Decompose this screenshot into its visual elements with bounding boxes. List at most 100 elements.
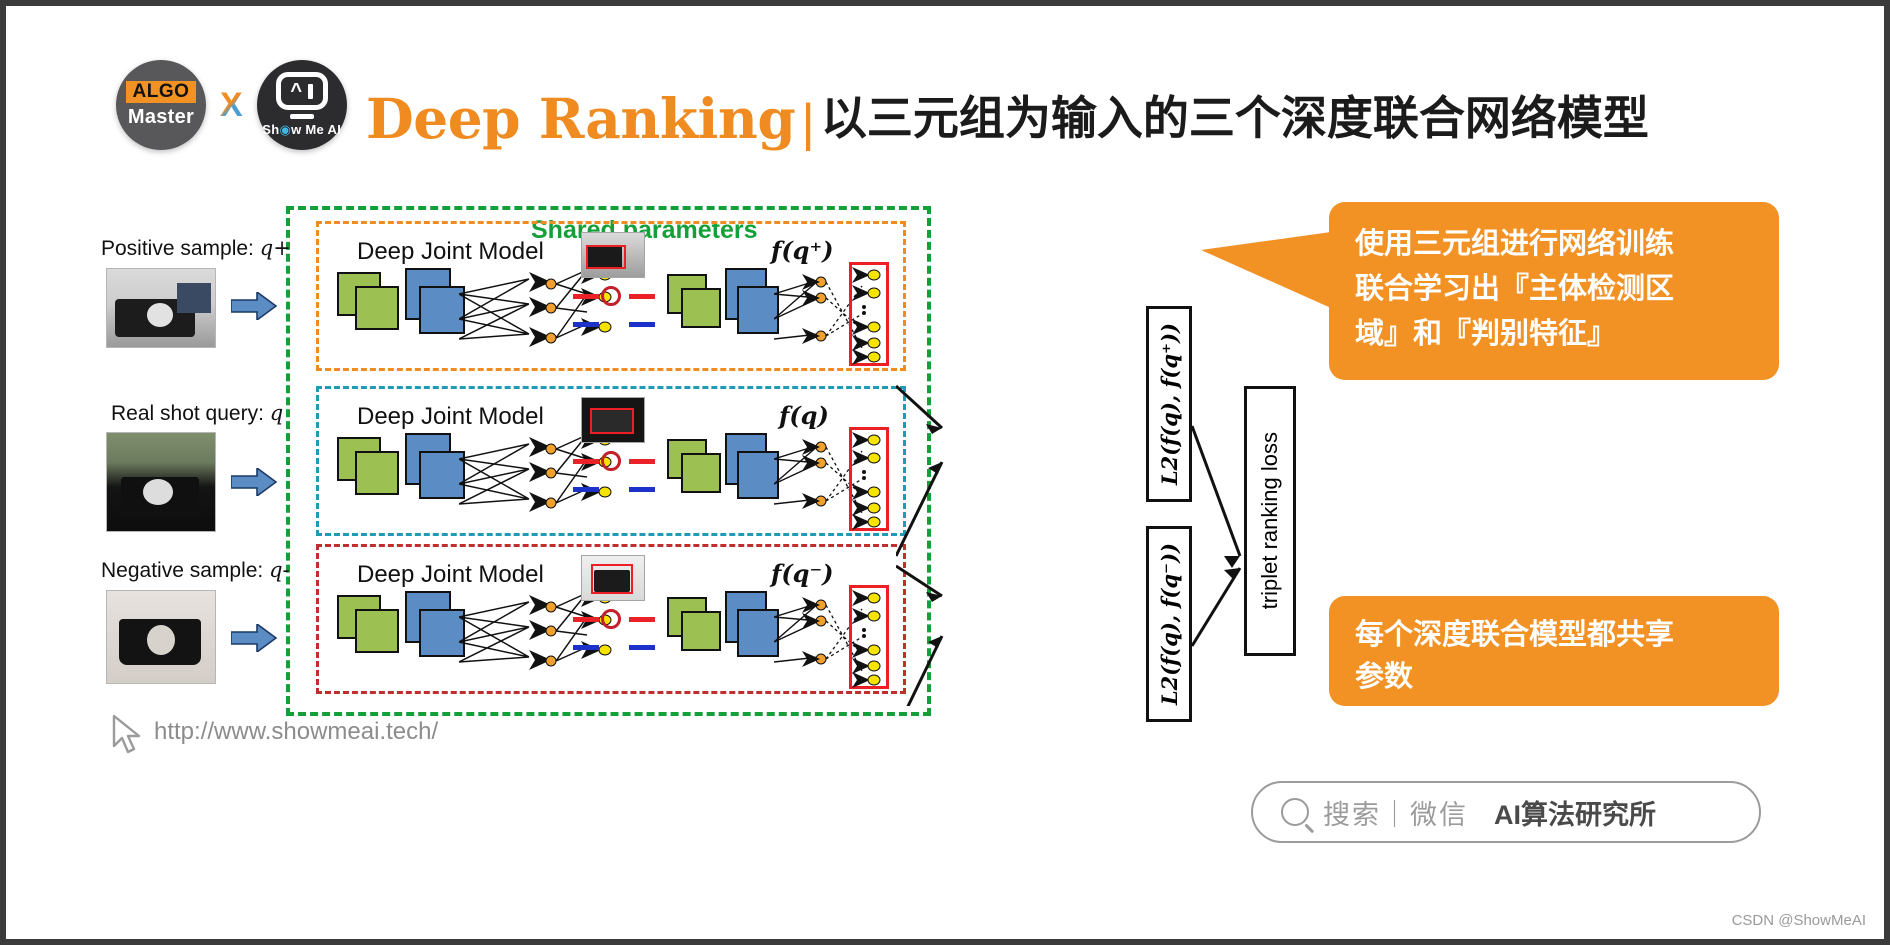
red-arrow-left-positive <box>573 294 599 299</box>
circle-x-icon-negative <box>601 609 621 629</box>
title-english: Deep Ranking <box>366 86 796 151</box>
logo-x-separator: X <box>220 85 243 124</box>
fc-edges-negative-1 <box>459 592 588 670</box>
thumbnail-negative <box>106 590 216 684</box>
model-label-negative: Deep Joint Model <box>357 561 544 588</box>
circle-x-icon-query <box>601 451 621 471</box>
conv-block-green-n2 <box>355 609 399 653</box>
deep-joint-model-box-negative: Deep Joint Model f(q⁻) <box>316 544 906 694</box>
algomaster-logo-bottom: Master <box>127 105 195 128</box>
callout-shared-line-1: 每个深度联合模型都共享 <box>1355 619 1675 651</box>
conv-block-blue-4 <box>737 286 779 334</box>
sample-label-positive: Positive sample: q+ <box>101 236 291 261</box>
l2-box-negative: L2(f(q), f(q⁻)) <box>1146 526 1192 722</box>
showmeai-logo-label: Sh◉w Me AI <box>262 122 342 137</box>
algomaster-logo-top: ALGO <box>125 81 197 103</box>
sample-symbol-query: q <box>269 401 284 425</box>
conv-block-green-q4 <box>681 453 721 493</box>
bar-glyph <box>308 83 314 99</box>
model-label-positive: Deep Joint Model <box>357 238 544 265</box>
sample-label-query-text: Real shot query: <box>111 402 264 425</box>
thumbnail-positive <box>106 268 216 348</box>
bbox-highlight-negative <box>591 564 633 594</box>
wechat-search-pill[interactable]: 搜索｜微信 AI算法研究所 <box>1251 781 1761 843</box>
slide-header: ALGO Master X ^ Sh◉w Me AI Deep Ranking |… <box>6 32 1884 152</box>
arrow-right-icon-negative <box>231 624 277 652</box>
callout-tail-icon <box>1201 232 1331 308</box>
l2-box-positive: L2(f(q), f(q⁺)) <box>1146 306 1192 502</box>
monitor-stand-icon <box>289 114 314 119</box>
embedding-nodes-negative <box>852 590 881 688</box>
output-cones-query-1 <box>581 431 612 501</box>
l2-to-loss-arrows <box>1192 425 1242 647</box>
caret-glyph: ^ <box>290 80 303 102</box>
conv-block-green-2 <box>355 286 399 330</box>
cursor-pointer-icon <box>112 714 141 754</box>
arrow-right-icon-positive <box>231 292 277 320</box>
loss-connector-arrows <box>896 384 944 706</box>
embedding-highlight-positive <box>849 262 889 366</box>
sample-label-query: Real shot query: q <box>111 401 283 426</box>
sample-symbol-negative: q- <box>269 558 290 582</box>
blue-arrow-right-positive <box>629 322 655 327</box>
callout-training-line-1: 使用三元组进行网络训练 <box>1355 228 1675 260</box>
logo-group: ALGO Master X ^ Sh◉w Me AI <box>116 60 347 150</box>
output-label-negative: f(q⁻) <box>771 559 834 588</box>
title-chinese: 以三元组为输入的三个深度联合网络模型 <box>820 91 1649 145</box>
fc-edges-query-1 <box>459 434 588 512</box>
callout-training: 使用三元组进行网络训练 联合学习出『主体检测区 域』和『判别特征』 <box>1201 202 1779 380</box>
output-cones-negative-1 <box>581 589 612 659</box>
conv-block-blue-n4 <box>737 609 779 657</box>
conv-block-green-n4 <box>681 611 721 651</box>
detected-region-thumb-query <box>581 397 645 443</box>
monitor-icon: ^ <box>275 72 328 110</box>
embedding-highlight-negative <box>849 585 889 689</box>
red-arrow-left-query <box>573 459 599 464</box>
footer-url[interactable]: http://www.showmeai.tech/ <box>154 718 438 746</box>
sample-symbol-positive: q+ <box>259 236 291 260</box>
callout-training-line-3: 域』和『判别特征』 <box>1355 317 1617 350</box>
detected-region-thumb-negative <box>581 555 645 601</box>
search-icon <box>1281 798 1309 826</box>
thumbnail-query <box>106 432 216 532</box>
showmeai-logo: ^ Sh◉w Me AI <box>256 60 347 150</box>
conv-block-green-q2 <box>355 451 399 495</box>
embedding-highlight-query <box>849 427 889 531</box>
red-arrow-right-negative <box>629 617 655 622</box>
sample-label-negative-text: Negative sample: <box>101 559 264 582</box>
callout-shared-line-2: 参数 <box>1355 661 1414 694</box>
l2-box-negative-label: L2(f(q), f(q⁻)) <box>1156 542 1182 706</box>
search-hint-label: 搜索｜微信 <box>1323 799 1468 830</box>
red-arrow-right-query <box>629 459 655 464</box>
callout-training-line-2: 联合学习出『主体检测区 <box>1355 272 1675 305</box>
arrow-right-icon-query <box>231 468 277 496</box>
output-label-positive: f(q⁺) <box>771 236 834 265</box>
fc-edges-positive-1 <box>459 269 588 347</box>
embedding-nodes-query <box>852 432 881 530</box>
red-arrow-right-positive <box>629 294 655 299</box>
wechat-account-name: AI算法研究所 <box>1494 799 1656 830</box>
embedding-nodes-positive <box>852 267 881 365</box>
algomaster-logo: ALGO Master <box>116 60 206 150</box>
circle-x-icon-positive <box>601 286 621 306</box>
title-separator: | <box>801 94 815 152</box>
sample-label-negative: Negative sample: q- <box>101 558 290 583</box>
blue-arrow-left-positive <box>573 322 599 327</box>
detected-region-thumb-positive <box>581 232 645 278</box>
sample-label-positive-text: Positive sample: <box>101 237 254 260</box>
blue-arrow-left-negative <box>573 645 599 650</box>
page-title: Deep Ranking | 以三元组为输入的三个深度联合网络模型 <box>366 82 1649 153</box>
deep-joint-model-box-query: Deep Joint Model f(q) <box>316 386 906 536</box>
slide-canvas: ALGO Master X ^ Sh◉w Me AI Deep Ranking |… <box>0 0 1890 945</box>
callout-shared-params: 每个深度联合模型都共享 参数 <box>1329 596 1779 706</box>
bbox-highlight-positive <box>586 245 626 269</box>
output-cones-positive-1 <box>581 266 612 336</box>
red-arrow-left-negative <box>573 617 599 622</box>
output-label-query: f(q) <box>779 401 829 430</box>
l2-box-positive-label: L2(f(q), f(q⁺)) <box>1156 322 1182 486</box>
bbox-highlight-query <box>590 408 634 434</box>
triplet-loss-label: triplet ranking loss <box>1257 432 1282 610</box>
deep-joint-model-box-positive: Deep Joint Model f(q⁺) <box>316 221 906 371</box>
model-label-query: Deep Joint Model <box>357 403 544 430</box>
blue-arrow-left-query <box>573 487 599 492</box>
